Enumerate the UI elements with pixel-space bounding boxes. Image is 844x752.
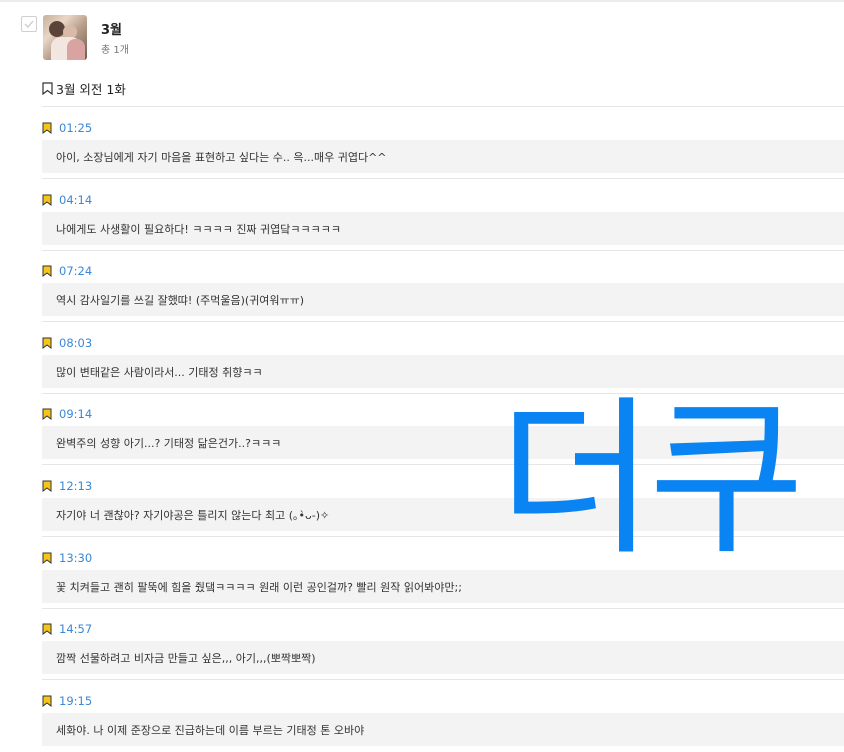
bookmark-icon xyxy=(42,122,52,134)
top-divider xyxy=(0,0,844,2)
bookmark-icon xyxy=(42,695,52,707)
bookmark-icon xyxy=(42,337,52,349)
highlight-note[interactable]: 깜짝 선물하려고 비자금 만들고 싶은,,, 아기,,,(뽀짝뽀짝) xyxy=(42,641,844,674)
episode-title: 3월 외전 1화 xyxy=(56,81,126,97)
timestamp-row: 04:14 xyxy=(42,193,92,207)
timestamp-link[interactable]: 14:57 xyxy=(59,622,92,636)
timestamp-link[interactable]: 09:14 xyxy=(59,407,92,421)
timestamp-row: 13:30 xyxy=(42,551,92,565)
timestamp-link[interactable]: 04:14 xyxy=(59,193,92,207)
bookmark-icon xyxy=(42,623,52,635)
divider xyxy=(42,321,844,322)
bookmark-icon xyxy=(42,194,52,206)
timestamp-row: 12:13 xyxy=(42,479,92,493)
divider xyxy=(42,178,844,179)
book-title[interactable]: 3월 xyxy=(101,19,122,38)
check-icon xyxy=(24,20,34,29)
timestamp-row: 14:57 xyxy=(42,622,92,636)
highlight-count: 총 1개 xyxy=(101,45,129,56)
highlight-note[interactable]: 아이, 소장님에게 자기 마음을 표현하고 싶다는 수.. 윽...매우 귀엽다… xyxy=(42,140,844,173)
timestamp-link[interactable]: 12:13 xyxy=(59,479,92,493)
divider xyxy=(42,106,844,107)
highlight-note[interactable]: 세화야. 나 이제 준장으로 진급하는데 이름 부르는 기태정 톤 오바야 xyxy=(42,713,844,746)
watermark-overlay-text: 더쿠 xyxy=(498,381,805,579)
timestamp-link[interactable]: 01:25 xyxy=(59,121,92,135)
timestamp-link[interactable]: 19:15 xyxy=(59,694,92,708)
select-checkbox[interactable] xyxy=(21,16,37,32)
highlight-note[interactable]: 역시 감사일기를 쓰길 잘했땨! (주먹울음)(귀여워ㅠㅠ) xyxy=(42,283,844,316)
timestamp-row: 19:15 xyxy=(42,694,92,708)
timestamp-row: 09:14 xyxy=(42,407,92,421)
timestamp-link[interactable]: 08:03 xyxy=(59,336,92,350)
book-cover-thumbnail[interactable] xyxy=(43,15,87,60)
divider xyxy=(42,679,844,680)
bookmark-icon xyxy=(42,480,52,492)
bookmark-icon xyxy=(42,552,52,564)
timestamp-row: 07:24 xyxy=(42,264,92,278)
bookmark-icon xyxy=(42,265,52,277)
timestamp-row: 01:25 xyxy=(42,121,92,135)
highlights-page: 3월 총 1개 3월 외전 1화 01:25 아이, 소장님에게 자기 마음을 표… xyxy=(0,0,844,752)
divider xyxy=(42,608,844,609)
bookmark-icon xyxy=(42,408,52,420)
divider xyxy=(42,250,844,251)
episode-header: 3월 외전 1화 xyxy=(42,79,126,97)
timestamp-link[interactable]: 07:24 xyxy=(59,264,92,278)
bookmark-outline-icon xyxy=(42,81,53,95)
timestamp-link[interactable]: 13:30 xyxy=(59,551,92,565)
timestamp-row: 08:03 xyxy=(42,336,92,350)
highlight-note[interactable]: 나에게도 사생활이 필요하다! ㅋㅋㅋㅋ 진짜 귀엽닼ㅋㅋㅋㅋㅋ xyxy=(42,212,844,245)
